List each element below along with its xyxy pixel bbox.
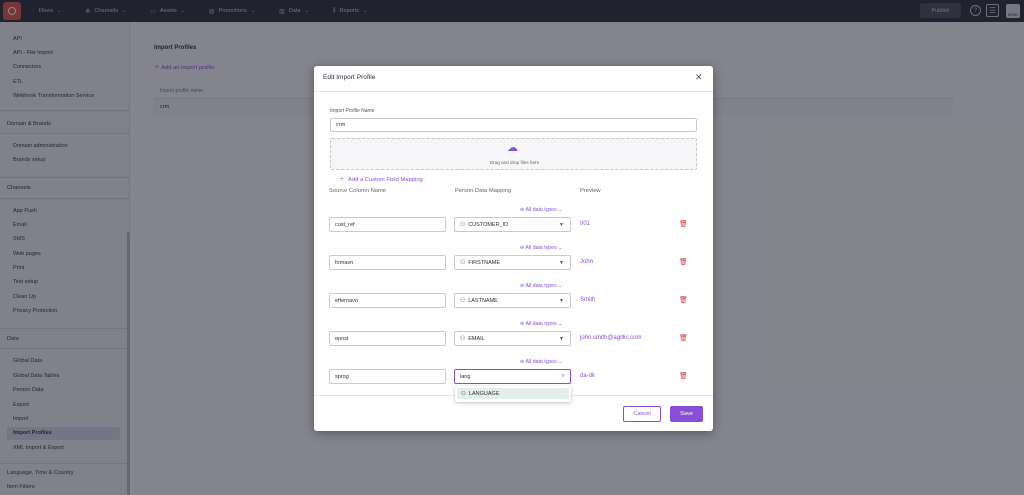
person-field-icon: ⚇	[460, 297, 466, 304]
select-value: FIRSTNAME	[468, 259, 500, 266]
cloud-upload-icon: ☁	[507, 142, 518, 154]
preview-value: 001	[580, 221, 591, 227]
data-types-label: All data types	[525, 321, 557, 327]
chevron-down-icon: ⌄	[558, 245, 563, 251]
cancel-button[interactable]: Cancel	[623, 406, 661, 422]
source-column-input[interactable]: epost	[329, 331, 446, 346]
profile-name-input[interactable]: crm	[330, 118, 697, 132]
data-types-label: All data types	[525, 283, 557, 289]
dialog-title: Edit Import Profile	[323, 74, 376, 81]
data-types-label: All data types	[525, 359, 557, 365]
chevron-down-icon: ⌄	[558, 359, 563, 365]
filter-icon: ⊜	[520, 283, 525, 289]
source-column-input[interactable]: cust_ref	[329, 217, 446, 232]
edit-import-profile-dialog: Edit Import Profile ✕ Import Profile Nam…	[314, 66, 713, 431]
data-types-filter[interactable]: ⊜ All data types ⌄	[520, 283, 562, 289]
person-data-select[interactable]: ⚇ FIRSTNAME ▼	[454, 255, 571, 270]
person-data-select[interactable]: ⚇ LASTNAME ▼	[454, 293, 571, 308]
delete-icon[interactable]: 🗑	[679, 296, 688, 304]
profile-name-label: Import Profile Name	[330, 108, 375, 114]
header-source-column: Source Column Name	[329, 188, 387, 194]
close-icon[interactable]: ✕	[695, 72, 703, 83]
divider	[314, 91, 713, 92]
header-preview: Preview	[580, 188, 601, 194]
preview-value: John	[580, 259, 594, 265]
person-data-search-input[interactable]: lang ⌕	[454, 369, 571, 384]
source-column-input[interactable]: sprog	[329, 369, 446, 384]
source-column-input[interactable]: fornavn	[329, 255, 446, 270]
header-person-mapping: Person Data Mapping	[455, 188, 512, 194]
save-button[interactable]: Save	[670, 406, 703, 422]
caret-down-icon: ▼	[559, 221, 564, 228]
search-results-dropdown: ⚇ LANGUAGE	[455, 386, 571, 402]
search-icon: ⌕	[561, 373, 565, 379]
search-value: lang	[460, 373, 471, 380]
filter-icon: ⊜	[520, 207, 525, 213]
filter-icon: ⊜	[520, 359, 525, 365]
preview-value: Smith	[580, 297, 596, 303]
data-types-filter[interactable]: ⊜ All data types ⌄	[520, 359, 562, 365]
person-data-select[interactable]: ⚇ CUSTOMER_ID ▼	[454, 217, 571, 232]
delete-icon[interactable]: 🗑	[679, 334, 688, 342]
caret-down-icon: ▼	[559, 259, 564, 266]
drop-zone-text: Drag and drop files here	[489, 160, 540, 165]
select-value: EMAIL	[468, 335, 485, 342]
data-types-label: All data types	[525, 245, 557, 251]
select-value: LASTNAME	[468, 297, 498, 304]
add-custom-mapping-link[interactable]: ＋ Add a Custom Field Mapping	[339, 174, 423, 183]
filter-icon: ⊜	[520, 245, 525, 251]
chevron-down-icon: ⌄	[558, 283, 563, 289]
delete-icon[interactable]: 🗑	[679, 220, 688, 228]
dropdown-option[interactable]: ⚇ LANGUAGE	[457, 388, 569, 399]
add-mapping-label: Add a Custom Field Mapping	[348, 177, 423, 183]
preview-value: john.smith@agillic.com	[580, 335, 642, 341]
data-types-filter[interactable]: ⊜ All data types ⌄	[520, 207, 562, 213]
delete-icon[interactable]: 🗑	[679, 372, 688, 380]
file-drop-zone[interactable]: ☁ Drag and drop files here	[330, 138, 697, 170]
option-label: LANGUAGE	[468, 390, 500, 397]
person-data-select[interactable]: ⚇ EMAIL ▼	[454, 331, 571, 346]
filter-icon: ⊜	[520, 321, 525, 327]
preview-value: da-dk	[580, 373, 596, 379]
caret-down-icon: ▼	[559, 297, 564, 304]
person-field-icon: ⚇	[460, 221, 466, 228]
source-column-input[interactable]: efternavn	[329, 293, 446, 308]
person-field-icon: ⚇	[461, 390, 466, 397]
caret-down-icon: ▼	[559, 335, 564, 342]
data-types-label: All data types	[525, 207, 557, 213]
delete-icon[interactable]: 🗑	[679, 258, 688, 266]
select-value: CUSTOMER_ID	[468, 221, 509, 228]
chevron-down-icon: ⌄	[558, 321, 563, 327]
data-types-filter[interactable]: ⊜ All data types ⌄	[520, 245, 562, 251]
data-types-filter[interactable]: ⊜ All data types ⌄	[520, 321, 562, 327]
chevron-down-icon: ⌄	[558, 207, 563, 213]
person-field-icon: ⚇	[460, 335, 466, 342]
person-field-icon: ⚇	[460, 259, 466, 266]
